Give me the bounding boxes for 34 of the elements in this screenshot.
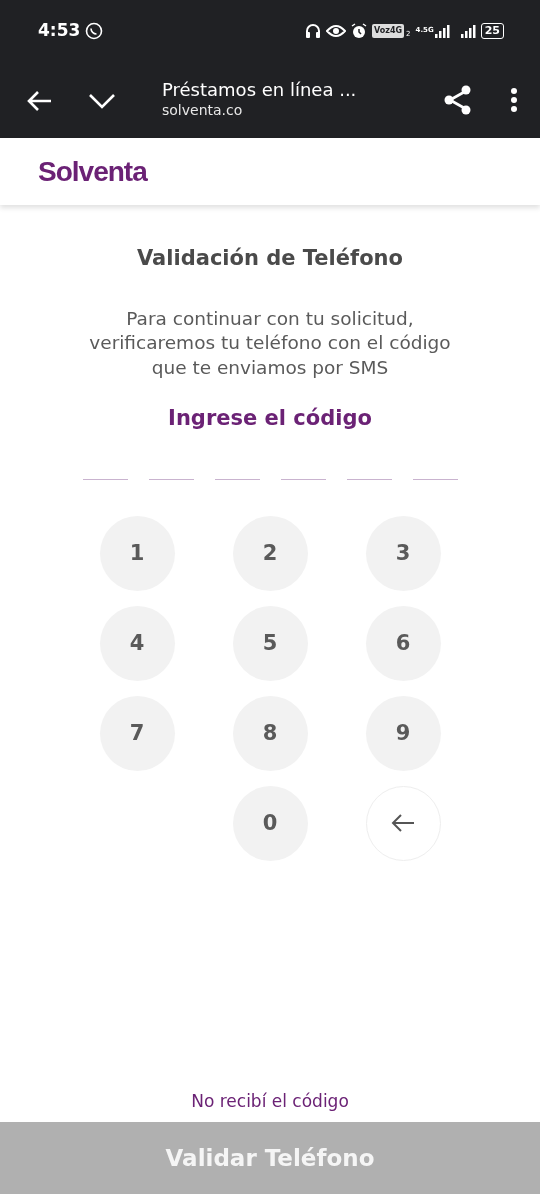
- keypad-key[interactable]: 3: [365, 515, 441, 591]
- logo[interactable]: Solventa: [38, 150, 147, 193]
- keypad-key[interactable]: 7: [99, 695, 175, 771]
- headphones-icon: [305, 23, 321, 39]
- menu-button[interactable]: [510, 87, 518, 113]
- share-icon: [444, 85, 472, 115]
- description: Para continuar con tu solicitud, verificaremos tu teléfono con el código que te enviamos por SMS: [88, 306, 452, 381]
- keypad-key[interactable]: 1: [99, 515, 175, 591]
- page-url: solventa.co: [162, 101, 244, 121]
- signal-icon: [460, 24, 476, 38]
- resend-link[interactable]: No recibí el código: [191, 1090, 349, 1111]
- network-badge: Voz4G: [372, 24, 405, 38]
- chat-icon: [85, 22, 104, 40]
- keypad-key[interactable]: 9: [365, 695, 441, 771]
- backspace-arrow-icon: [391, 814, 415, 833]
- keypad-key[interactable]: 5: [232, 605, 308, 681]
- chevron-down-icon: [88, 92, 116, 109]
- back-button[interactable]: [26, 88, 52, 112]
- page-heading: Validación de Teléfono: [137, 245, 403, 272]
- back-arrow-icon: [26, 89, 52, 112]
- eye-icon: [326, 24, 346, 38]
- keypad-key[interactable]: 8: [232, 695, 308, 771]
- code-prompt: Ingrese el código: [168, 405, 372, 433]
- share-button[interactable]: [444, 85, 472, 115]
- status-time: 4:53: [38, 19, 81, 43]
- keypad-key[interactable]: 6: [365, 605, 441, 681]
- signal-icon: [434, 24, 450, 38]
- page-title: Préstamos en línea ...: [162, 78, 357, 101]
- battery-level: 25: [480, 23, 504, 39]
- more-icon: [510, 87, 518, 113]
- keypad-key[interactable]: 0: [232, 785, 308, 861]
- keypad-key[interactable]: 2: [232, 515, 308, 591]
- alarm-icon: [351, 23, 367, 39]
- keypad-key[interactable]: 4: [99, 605, 175, 681]
